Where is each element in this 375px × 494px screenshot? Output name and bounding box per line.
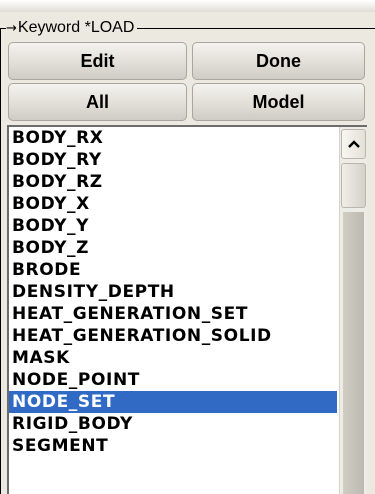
- scroll-track[interactable]: [343, 212, 364, 494]
- list-item[interactable]: NODE_SET: [9, 391, 337, 413]
- list-item[interactable]: HEAT_GENERATION_SOLID: [9, 325, 337, 347]
- list-item[interactable]: BODY_X: [9, 193, 337, 215]
- done-button-label: Done: [256, 50, 301, 71]
- done-button[interactable]: Done: [192, 42, 365, 80]
- all-button-label: All: [85, 91, 109, 112]
- group-title-label: Keyword *LOAD: [17, 19, 135, 36]
- model-button-label: Model: [252, 91, 305, 112]
- list-item[interactable]: BODY_Z: [9, 237, 337, 259]
- scroll-up-button[interactable]: [341, 129, 366, 159]
- edit-button-label: Edit: [80, 50, 115, 71]
- list-item[interactable]: BODY_Y: [9, 215, 337, 237]
- group-title: →Keyword *LOAD: [6, 18, 138, 39]
- keyword-list: BODY_RX BODY_RY BODY_RZ BODY_X BODY_Y BODY_Z B…: [9, 127, 337, 457]
- arrow-right-icon: →: [6, 21, 17, 36]
- all-button[interactable]: All: [8, 83, 187, 121]
- list-item[interactable]: DENSITY_DEPTH: [9, 281, 337, 303]
- list-item[interactable]: RIGID_BODY: [9, 413, 337, 435]
- list-item[interactable]: BODY_RX: [9, 127, 337, 149]
- group-border-left: [0, 28, 6, 494]
- model-button[interactable]: Model: [192, 83, 365, 121]
- keyword-listbox[interactable]: BODY_RX BODY_RY BODY_RZ BODY_X BODY_Y BODY_Z B…: [7, 125, 367, 494]
- edit-button[interactable]: Edit: [8, 42, 187, 80]
- list-item[interactable]: HEAT_GENERATION_SET: [9, 303, 337, 325]
- window-top-edge: [0, 0, 375, 12]
- scroll-thumb[interactable]: [341, 163, 366, 208]
- list-item[interactable]: MASK: [9, 347, 337, 369]
- list-item[interactable]: NODE_POINT: [9, 369, 337, 391]
- list-item[interactable]: BRODE: [9, 259, 337, 281]
- list-item[interactable]: BODY_RZ: [9, 171, 337, 193]
- list-item[interactable]: BODY_RY: [9, 149, 337, 171]
- vertical-scrollbar[interactable]: [339, 127, 367, 494]
- chevron-up-icon: [347, 140, 360, 148]
- list-item[interactable]: SEGMENT: [9, 435, 337, 457]
